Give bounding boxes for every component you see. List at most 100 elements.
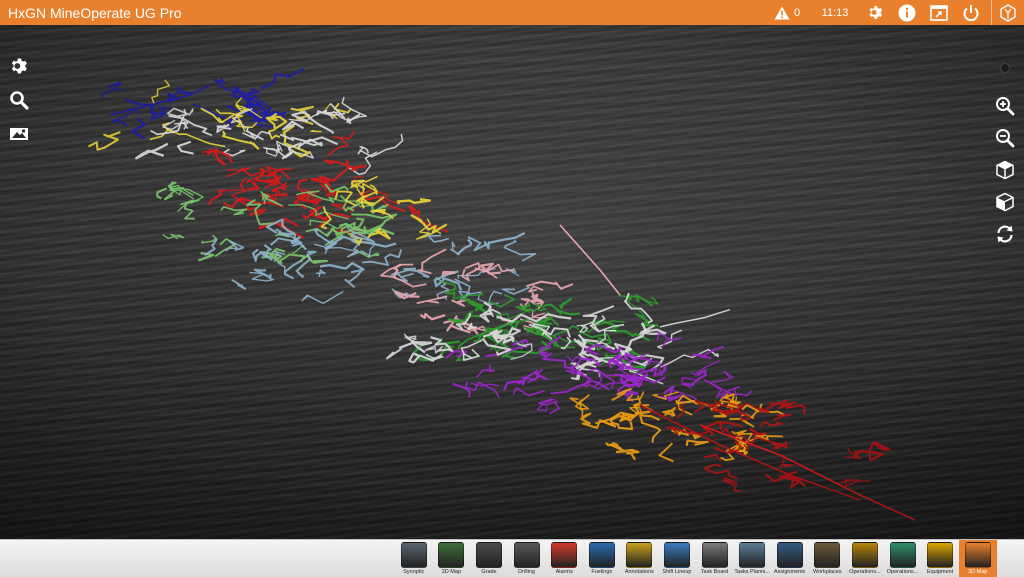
search-button[interactable] bbox=[8, 89, 30, 111]
module-button-grade[interactable]: Grade bbox=[470, 540, 508, 577]
module-button-operations[interactable]: Operations... bbox=[846, 540, 884, 577]
annotation-icon bbox=[626, 542, 653, 568]
decline-ramp bbox=[639, 404, 861, 501]
workplace-icon bbox=[814, 542, 841, 568]
module-button-alarms[interactable]: Alarms bbox=[545, 540, 583, 577]
calendar-icon bbox=[663, 542, 690, 568]
tunnel-segment bbox=[265, 165, 291, 179]
module-button-2d-map[interactable]: 2D Map bbox=[433, 540, 471, 577]
info-icon bbox=[898, 4, 916, 21]
tunnel-segment bbox=[512, 387, 545, 397]
tunnel-segment bbox=[503, 239, 537, 262]
tunnel-segment bbox=[416, 295, 448, 304]
view-settings-button[interactable] bbox=[8, 55, 30, 77]
module-label: Shift Lineup bbox=[662, 569, 692, 575]
tunnel-segment bbox=[773, 414, 792, 421]
tunnel-segment bbox=[213, 77, 246, 95]
alerts-count: 0 bbox=[793, 6, 801, 19]
map2d-icon bbox=[438, 542, 465, 568]
tunnel-segment bbox=[385, 347, 403, 360]
layers-button[interactable] bbox=[8, 123, 30, 145]
tunnel-segment bbox=[476, 364, 495, 378]
module-label: 3D Map bbox=[968, 569, 988, 575]
tunnel-segment bbox=[868, 440, 891, 451]
top-view-button[interactable] bbox=[994, 159, 1016, 181]
tunnel-segment bbox=[111, 117, 128, 128]
module-button-assignments[interactable]: Assignments bbox=[771, 540, 809, 577]
module-button-fuelings[interactable]: Fuelings bbox=[583, 540, 621, 577]
power-button[interactable] bbox=[955, 0, 987, 25]
tunnel-segment bbox=[704, 464, 738, 479]
module-button-synoptic[interactable]: Synoptic bbox=[395, 540, 433, 577]
tunnel-segment bbox=[396, 198, 432, 205]
module-button-operations[interactable]: Operations... bbox=[884, 540, 922, 577]
cube-view-icon bbox=[996, 160, 1014, 180]
decline-ramp bbox=[559, 224, 621, 296]
hexagon-logo-icon bbox=[1000, 3, 1016, 22]
module-button-workplaces[interactable]: Workplaces bbox=[809, 540, 847, 577]
tunnel-segment bbox=[640, 421, 662, 443]
alerts-indicator[interactable]: 0 bbox=[767, 0, 807, 25]
clock: 11:13 bbox=[821, 6, 849, 19]
tunnel-segment bbox=[231, 278, 247, 290]
module-button-shift-lineup[interactable]: Shift Lineup bbox=[658, 540, 696, 577]
module-button-annotations[interactable]: Annotations bbox=[621, 540, 659, 577]
compass-indicator bbox=[1000, 63, 1010, 73]
module-button-task-board[interactable]: Task Board bbox=[696, 540, 734, 577]
module-label: Workplaces bbox=[813, 569, 842, 575]
tunnel-segment bbox=[461, 297, 490, 316]
tunnel-segment bbox=[419, 312, 446, 321]
module-bar: Synoptic 2D Map Grade Drilling Alarms Fueling… bbox=[0, 539, 1024, 577]
tunnel-segment bbox=[332, 96, 368, 122]
module-button-3d-map[interactable]: 3D Map bbox=[958, 540, 997, 577]
map-3d-viewport[interactable] bbox=[0, 25, 1024, 539]
tunnel-segment bbox=[559, 297, 573, 310]
operations-icon bbox=[851, 542, 878, 568]
tunnel-segment bbox=[703, 453, 722, 462]
module-label: Grade bbox=[481, 569, 497, 575]
tunnel-segment bbox=[424, 345, 444, 354]
top-bar: HxGN MineOperate UG Pro 0 11:13 bbox=[0, 0, 1024, 25]
tunnel-segment bbox=[300, 254, 328, 264]
tunnel-segment bbox=[201, 147, 219, 157]
tunnel-segment bbox=[319, 262, 365, 272]
power-icon bbox=[963, 4, 979, 21]
module-button-drilling[interactable]: Drilling bbox=[508, 540, 546, 577]
tunnel-segment bbox=[220, 206, 248, 216]
cube-side-view-icon bbox=[996, 192, 1014, 212]
info-button[interactable] bbox=[891, 0, 923, 25]
tunnel-segment bbox=[609, 443, 640, 461]
tunnel-segment bbox=[501, 286, 530, 295]
tunnel-segment bbox=[162, 233, 185, 240]
settings-button[interactable] bbox=[859, 0, 891, 25]
settings-icon bbox=[11, 58, 27, 74]
zoom-in-icon bbox=[996, 97, 1015, 116]
tunnel-segment bbox=[488, 307, 501, 318]
reset-view-button[interactable] bbox=[994, 223, 1016, 245]
export-window-button[interactable] bbox=[923, 0, 955, 25]
tunnel-segment bbox=[582, 305, 615, 332]
zoom-out-button[interactable] bbox=[994, 127, 1016, 149]
fuel-icon bbox=[588, 542, 615, 568]
tunnel-segment bbox=[447, 310, 483, 324]
side-view-button[interactable] bbox=[994, 191, 1016, 213]
tunnel-segment bbox=[357, 250, 380, 259]
module-button-tasks-planni[interactable]: Tasks Planni... bbox=[733, 540, 771, 577]
tunnel-segment bbox=[531, 292, 543, 304]
tunnel-segment bbox=[131, 117, 146, 140]
zoom-in-button[interactable] bbox=[994, 95, 1016, 117]
tunnel-segment bbox=[100, 88, 122, 98]
tunnel-segment bbox=[301, 290, 344, 304]
module-button-equipment[interactable]: Equipment bbox=[921, 540, 959, 577]
module-label: Assignments bbox=[773, 569, 806, 575]
monitor-icon bbox=[400, 542, 427, 568]
window-export-icon bbox=[930, 4, 948, 21]
tunnel-segment bbox=[323, 159, 367, 172]
module-label: 2D Map bbox=[441, 569, 462, 575]
module-label: Task Board bbox=[700, 569, 729, 575]
equipment-icon bbox=[927, 542, 954, 568]
tunnel-segment bbox=[88, 131, 121, 151]
module-label: Operations... bbox=[849, 569, 881, 575]
module-label: Annotations bbox=[624, 569, 654, 575]
reset-view-icon bbox=[997, 225, 1013, 243]
